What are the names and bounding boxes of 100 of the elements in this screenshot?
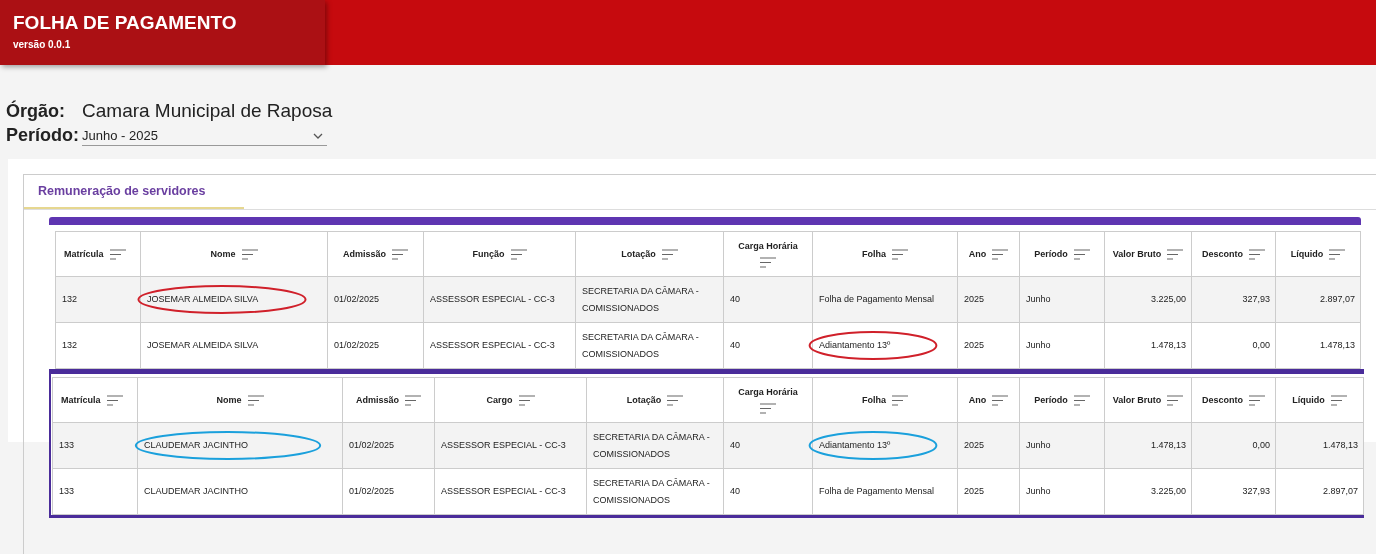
sort-icon xyxy=(1329,248,1346,260)
sort-icon xyxy=(241,248,258,260)
sort-icon xyxy=(405,394,421,406)
table-cell: JOSEMAR ALMEIDA SILVA xyxy=(140,322,328,369)
column-header[interactable]: Função xyxy=(423,231,576,277)
sort-icon xyxy=(392,248,408,260)
table-cell: 2025 xyxy=(957,422,1020,469)
column-header[interactable]: Carga Horária xyxy=(723,231,813,277)
column-header[interactable]: Lotação xyxy=(586,377,724,423)
tab[interactable]: Remuneração de servidores xyxy=(24,175,244,209)
table-cell: 01/02/2025 xyxy=(342,468,435,515)
table-cell: 40 xyxy=(723,276,813,323)
column-header[interactable]: Nome xyxy=(140,231,328,277)
periodo-label: Período: xyxy=(6,125,79,146)
table-cell: 327,93 xyxy=(1191,468,1276,515)
sort-icon xyxy=(661,248,678,260)
column-header[interactable]: Valor Bruto xyxy=(1104,377,1192,423)
table-cell: SECRETARIA DA CÂMARA - COMISSIONADOS xyxy=(586,468,724,515)
orgao-value: Camara Municipal de Raposa xyxy=(82,100,333,122)
table-cell: Folha de Pagamento Mensal xyxy=(812,276,958,323)
table-cell: 133 xyxy=(52,422,138,469)
table-cell: 01/02/2025 xyxy=(327,322,424,369)
sort-icon xyxy=(106,394,123,406)
table-cell: 133 xyxy=(52,468,138,515)
version-label: versão 0.0.1 xyxy=(13,39,72,50)
column-header[interactable]: Admissão xyxy=(342,377,435,423)
orgao-label: Órgão: xyxy=(6,101,65,122)
table-cell: 0,00 xyxy=(1191,422,1276,469)
table-cell: 01/02/2025 xyxy=(342,422,435,469)
column-header[interactable]: Líquido xyxy=(1275,231,1361,277)
table-cell: Junho xyxy=(1019,422,1105,469)
table-cell: 2.897,07 xyxy=(1275,276,1361,323)
column-header[interactable]: Nome xyxy=(137,377,343,423)
table-cell: CLAUDEMAR JACINTHO xyxy=(137,468,343,515)
table-cell: ASSESSOR ESPECIAL - CC-3 xyxy=(423,322,576,369)
table-cell: 1.478,13 xyxy=(1275,322,1361,369)
app-title: FOLHA DE PAGAMENTO xyxy=(13,12,238,34)
table-cell: JOSEMAR ALMEIDA SILVA xyxy=(140,276,328,323)
table-cell: Junho xyxy=(1019,322,1105,369)
table-cell: 01/02/2025 xyxy=(327,276,424,323)
table-cell: 3.225,00 xyxy=(1104,468,1192,515)
table-cell: 132 xyxy=(55,276,141,323)
table-cell: 2025 xyxy=(957,468,1020,515)
period-select[interactable]: Junho - 2025 xyxy=(82,128,327,146)
sort-icon xyxy=(247,394,264,406)
column-header[interactable]: Folha xyxy=(812,231,958,277)
table-cell: SECRETARIA DA CÂMARA - COMISSIONADOS xyxy=(586,422,724,469)
sort-icon xyxy=(1073,394,1090,406)
sort-icon xyxy=(518,394,535,406)
table-cell: 2.897,07 xyxy=(1275,468,1364,515)
column-header[interactable]: Carga Horária xyxy=(723,377,813,423)
column-header[interactable]: Desconto xyxy=(1191,377,1276,423)
table-cell: 1.478,13 xyxy=(1275,422,1364,469)
table-cell: 1.478,13 xyxy=(1104,422,1192,469)
table-cell: 327,93 xyxy=(1191,276,1276,323)
sort-icon xyxy=(892,394,908,406)
table-cell: Folha de Pagamento Mensal xyxy=(812,468,958,515)
table-cell: 2025 xyxy=(957,276,1020,323)
table-cell: SECRETARIA DA CÂMARA - COMISSIONADOS xyxy=(575,276,724,323)
sort-icon xyxy=(992,248,1009,260)
table-cell: 40 xyxy=(723,468,813,515)
sort-icon xyxy=(510,248,527,260)
table-cell: 40 xyxy=(723,422,813,469)
sort-icon xyxy=(760,402,776,414)
table-cell: ASSESSOR ESPECIAL - CC-3 xyxy=(423,276,576,323)
column-header[interactable]: Desconto xyxy=(1191,231,1276,277)
column-header[interactable]: Ano xyxy=(957,377,1020,423)
table-cell: Junho xyxy=(1019,276,1105,323)
table-cell: 40 xyxy=(723,322,813,369)
chevron-icon xyxy=(313,132,323,139)
table-cell: 3.225,00 xyxy=(1104,276,1192,323)
table-cell: ASSESSOR ESPECIAL - CC-3 xyxy=(434,422,587,469)
column-header[interactable]: Líquido xyxy=(1275,377,1364,423)
sort-icon xyxy=(760,256,776,268)
column-header[interactable]: Lotação xyxy=(575,231,724,277)
column-header[interactable]: Cargo xyxy=(434,377,587,423)
sort-icon xyxy=(992,394,1009,406)
table-cell: 1.478,13 xyxy=(1104,322,1192,369)
column-header[interactable]: Admissão xyxy=(327,231,424,277)
table-cell: CLAUDEMAR JACINTHO xyxy=(137,422,343,469)
column-header[interactable]: Período xyxy=(1019,231,1105,277)
column-header[interactable]: Ano xyxy=(957,231,1020,277)
column-header[interactable]: Período xyxy=(1019,377,1105,423)
column-header[interactable]: Folha xyxy=(812,377,958,423)
sort-icon xyxy=(892,248,908,260)
table-cell: 2025 xyxy=(957,322,1020,369)
table-cell: 0,00 xyxy=(1191,322,1276,369)
table-cell: ASSESSOR ESPECIAL - CC-3 xyxy=(434,468,587,515)
sort-icon xyxy=(1167,248,1184,260)
column-header[interactable]: Matrícula xyxy=(55,231,141,277)
sort-icon xyxy=(1330,394,1347,406)
sort-icon xyxy=(109,248,126,260)
column-header[interactable]: Matrícula xyxy=(52,377,138,423)
sort-icon xyxy=(1167,394,1184,406)
sort-icon xyxy=(1073,248,1090,260)
table-cell: SECRETARIA DA CÂMARA - COMISSIONADOS xyxy=(575,322,724,369)
table-cell: Junho xyxy=(1019,468,1105,515)
sort-icon xyxy=(1249,394,1265,406)
column-header[interactable]: Valor Bruto xyxy=(1104,231,1192,277)
table-cell: 132 xyxy=(55,322,141,369)
